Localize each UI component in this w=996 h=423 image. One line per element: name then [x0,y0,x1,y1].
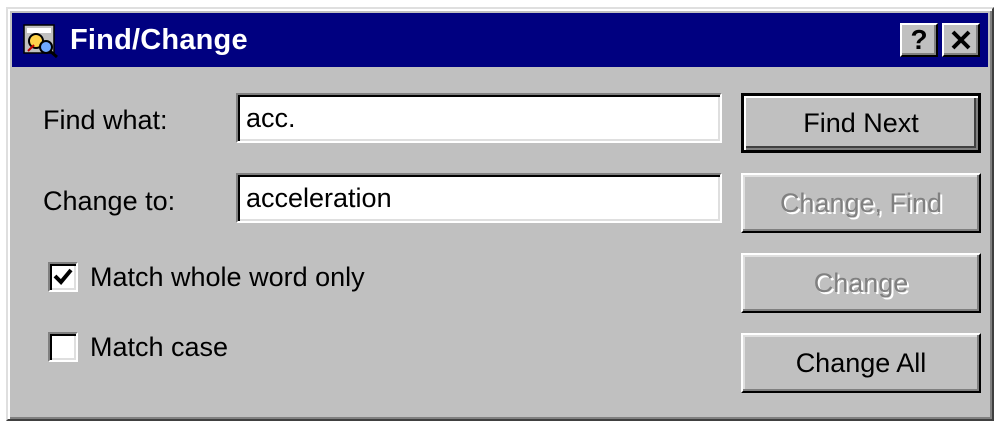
close-icon [951,30,971,50]
find-what-label: Find what: [43,105,168,135]
title-bar[interactable]: Find/Change ? [12,13,988,67]
close-button[interactable] [942,23,980,57]
match-case-checkbox[interactable] [48,332,78,362]
change-find-button[interactable]: Change, Find [741,173,981,233]
change-button[interactable]: Change [741,253,981,313]
match-case-label[interactable]: Match case [90,331,228,363]
match-whole-word-checkbox[interactable] [48,262,78,292]
change-all-button[interactable]: Change All [741,333,981,393]
help-button[interactable]: ? [900,23,938,57]
find-change-dialog: Find/Change ? Find what: acc. Change to:… [6,7,994,421]
find-next-button[interactable]: Find Next [741,93,981,153]
change-to-input[interactable]: acceleration [236,173,722,223]
find-change-app-icon [23,24,58,59]
window-title: Find/Change [70,24,248,56]
change-to-label: Change to: [43,186,176,216]
find-what-input[interactable]: acc. [236,93,722,143]
checkmark-icon [53,268,73,285]
match-whole-word-label[interactable]: Match whole word only [90,261,365,293]
